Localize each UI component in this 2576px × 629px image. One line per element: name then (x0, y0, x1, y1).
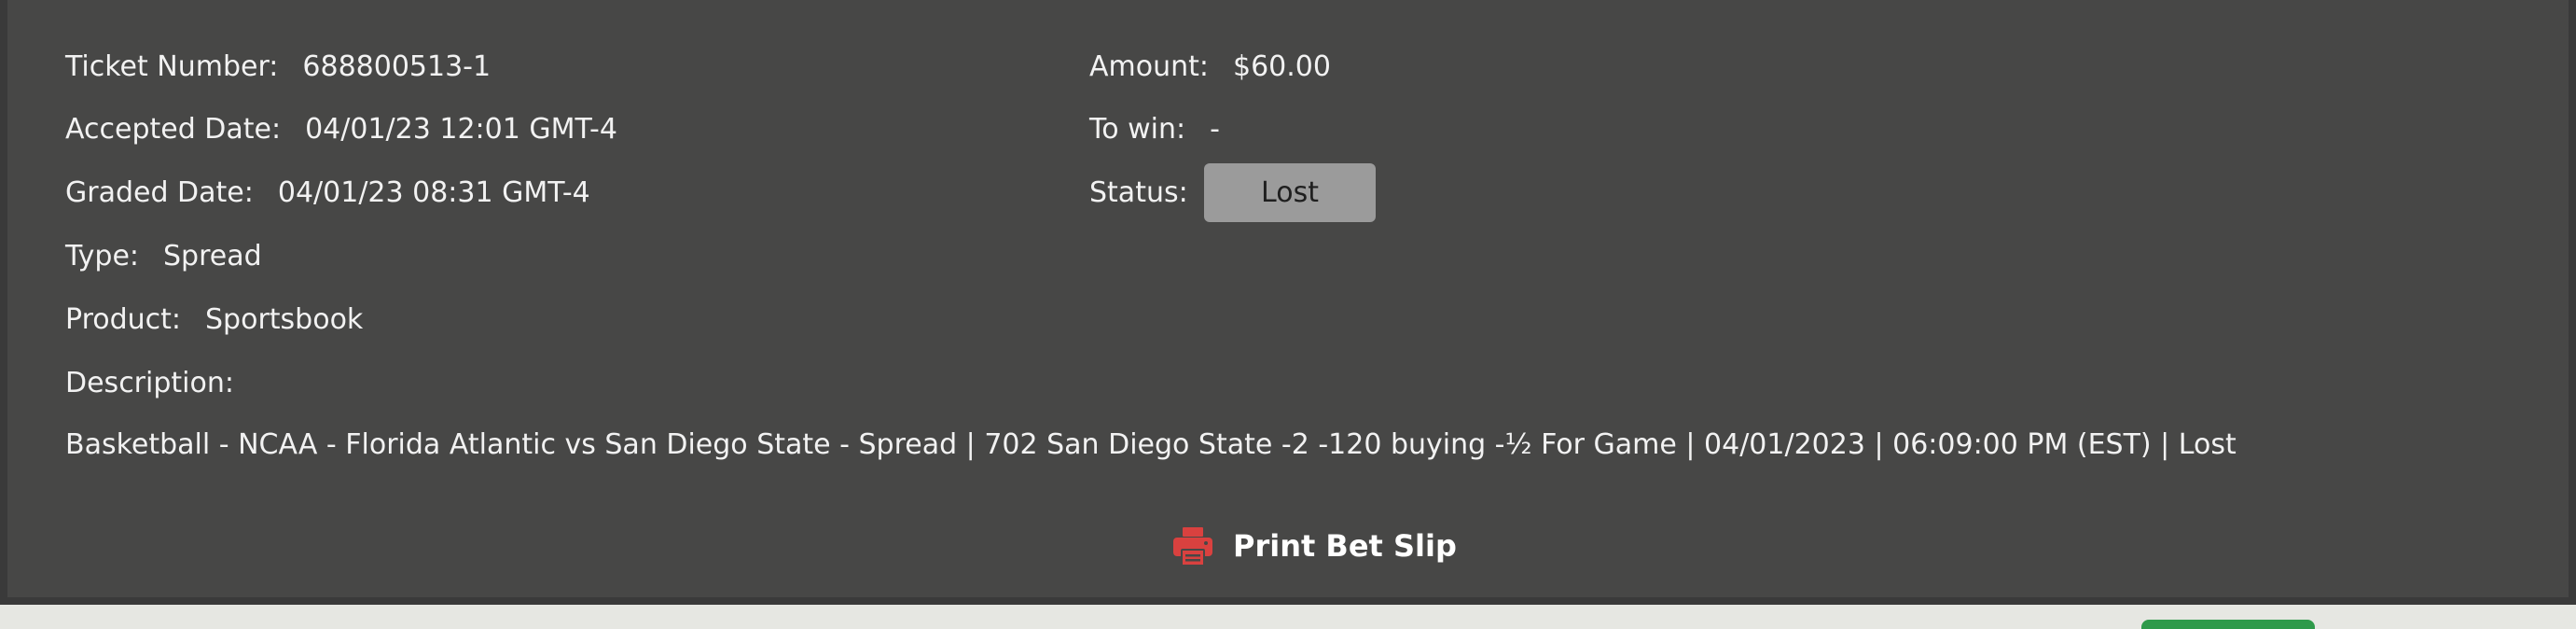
print-bet-slip-label: Print Bet Slip (1233, 528, 1457, 564)
status-badge: Lost (1204, 163, 1376, 222)
description-label: Description: (65, 367, 234, 399)
amount-row: Amount: $60.00 (1089, 44, 1331, 91)
accepted-date-label: Accepted Date: (65, 113, 282, 146)
type-label: Type: (65, 240, 140, 273)
green-action-tab[interactable] (2141, 620, 2315, 629)
amount-value: $60.00 (1233, 50, 1331, 83)
description-row: Description: (65, 360, 234, 407)
printer-icon (1173, 527, 1212, 566)
bet-details-panel: Ticket Number: 688800513-1 Accepted Date:… (0, 0, 2576, 605)
to-win-value: - (1210, 113, 1220, 146)
graded-date-row: Graded Date: 04/01/23 08:31 GMT-4 (65, 170, 590, 217)
ticket-number-label: Ticket Number: (65, 50, 279, 83)
amount-label: Amount: (1089, 50, 1209, 83)
description-value: Basketball - NCAA - Florida Atlantic vs … (65, 428, 2237, 461)
ticket-number-value: 688800513-1 (302, 50, 492, 83)
accepted-date-row: Accepted Date: 04/01/23 12:01 GMT-4 (65, 106, 617, 153)
type-row: Type: Spread (65, 233, 262, 280)
product-label: Product: (65, 303, 182, 336)
graded-date-value: 04/01/23 08:31 GMT-4 (277, 176, 590, 209)
type-value: Spread (163, 240, 262, 273)
product-value: Sportsbook (205, 303, 364, 336)
to-win-row: To win: - (1089, 106, 1220, 153)
to-win-label: To win: (1089, 113, 1186, 146)
status-label: Status: (1089, 176, 1188, 209)
print-bet-slip-button[interactable]: Print Bet Slip (1171, 523, 1457, 569)
bet-details-content: Ticket Number: 688800513-1 Accepted Date:… (7, 0, 2569, 597)
graded-date-label: Graded Date: (65, 176, 254, 209)
ticket-number-row: Ticket Number: 688800513-1 (65, 44, 491, 91)
product-row: Product: Sportsbook (65, 297, 363, 343)
status-row: Status: (1089, 170, 1188, 217)
accepted-date-value: 04/01/23 12:01 GMT-4 (305, 113, 617, 146)
